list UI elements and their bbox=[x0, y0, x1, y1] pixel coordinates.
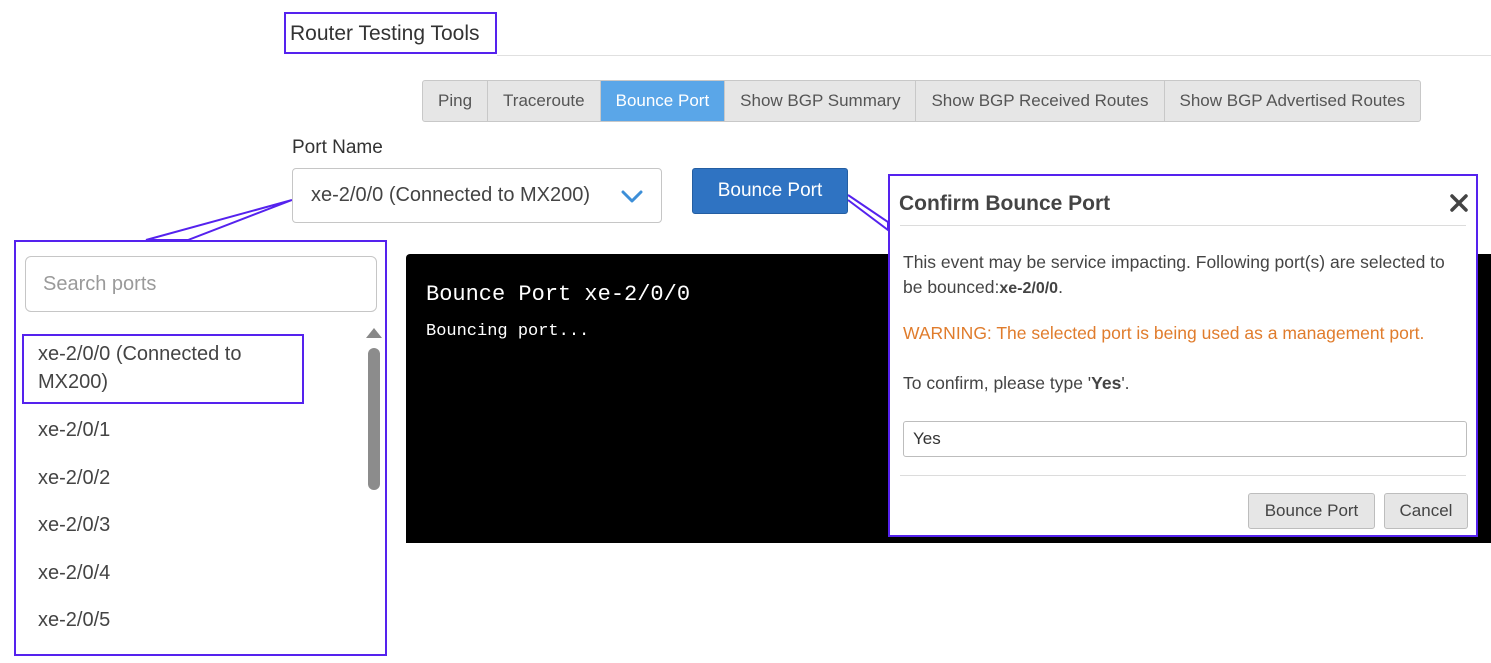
confirm-instruction-suffix: '. bbox=[1121, 373, 1130, 393]
modal-footer-divider bbox=[900, 475, 1466, 476]
tab-show-bgp-summary[interactable]: Show BGP Summary bbox=[725, 81, 917, 121]
port-option-label-line1: xe-2/0/0 (Connected to bbox=[38, 343, 242, 365]
tab-show-bgp-received-routes[interactable]: Show BGP Received Routes bbox=[916, 81, 1165, 121]
port-select[interactable]: xe-2/0/0 (Connected to MX200) bbox=[292, 168, 662, 223]
port-option-xe-2-0-1[interactable]: xe-2/0/1 bbox=[38, 416, 110, 444]
port-dropdown-panel: xe-2/0/0 (Connected to MX200) xe-2/0/1 x… bbox=[14, 240, 387, 656]
port-option-xe-2-0-3[interactable]: xe-2/0/3 bbox=[38, 511, 110, 539]
port-option-xe-2-0-4[interactable]: xe-2/0/4 bbox=[38, 559, 110, 587]
modal-message: This event may be service impacting. Fol… bbox=[903, 250, 1463, 301]
tab-show-bgp-advertised-routes[interactable]: Show BGP Advertised Routes bbox=[1165, 81, 1421, 121]
confirm-instruction-prefix: To confirm, please type ' bbox=[903, 373, 1092, 393]
modal-warning: WARNING: The selected port is being used… bbox=[903, 323, 1425, 343]
terminal-title: Bounce Port xe-2/0/0 bbox=[426, 282, 691, 307]
port-option-xe-2-0-2[interactable]: xe-2/0/2 bbox=[38, 464, 110, 492]
bounce-port-button[interactable]: Bounce Port bbox=[692, 168, 848, 214]
confirm-bounce-modal: Confirm Bounce Port This event may be se… bbox=[888, 174, 1478, 537]
terminal-line: Bouncing port... bbox=[426, 322, 590, 341]
modal-message-port: xe-2/0/0 bbox=[999, 280, 1059, 297]
modal-cancel-button[interactable]: Cancel bbox=[1384, 493, 1468, 529]
scroll-up-arrow-icon[interactable] bbox=[366, 328, 382, 338]
tab-bounce-port[interactable]: Bounce Port bbox=[600, 81, 726, 121]
modal-bounce-port-button[interactable]: Bounce Port bbox=[1248, 493, 1375, 529]
chevron-down-icon bbox=[621, 190, 643, 203]
modal-message-suffix: . bbox=[1058, 277, 1063, 297]
confirm-instruction-word: Yes bbox=[1091, 373, 1122, 393]
port-select-value: xe-2/0/0 (Connected to MX200) bbox=[311, 184, 591, 206]
port-option-xe-2-0-5[interactable]: xe-2/0/5 bbox=[38, 606, 110, 634]
port-option-label-line2: MX200) bbox=[38, 371, 109, 393]
modal-header-divider bbox=[900, 225, 1466, 226]
modal-message-text: This event may be service impacting. Fol… bbox=[903, 252, 1445, 297]
modal-confirm-instruction: To confirm, please type 'Yes'. bbox=[903, 373, 1130, 394]
close-icon[interactable] bbox=[1448, 192, 1470, 214]
port-option-xe-2-0-0[interactable]: xe-2/0/0 (Connected to MX200) bbox=[38, 340, 241, 396]
page-title: Router Testing Tools bbox=[290, 22, 480, 45]
tab-ping[interactable]: Ping bbox=[423, 81, 489, 121]
modal-title: Confirm Bounce Port bbox=[899, 192, 1111, 215]
search-ports-input[interactable] bbox=[25, 256, 377, 312]
scrollbar-thumb[interactable] bbox=[368, 348, 380, 490]
tab-traceroute[interactable]: Traceroute bbox=[488, 81, 601, 121]
port-name-label: Port Name bbox=[292, 137, 383, 158]
title-divider bbox=[497, 55, 1491, 56]
confirm-input[interactable] bbox=[903, 421, 1467, 457]
tool-tabs: Ping Traceroute Bounce Port Show BGP Sum… bbox=[422, 80, 1422, 122]
